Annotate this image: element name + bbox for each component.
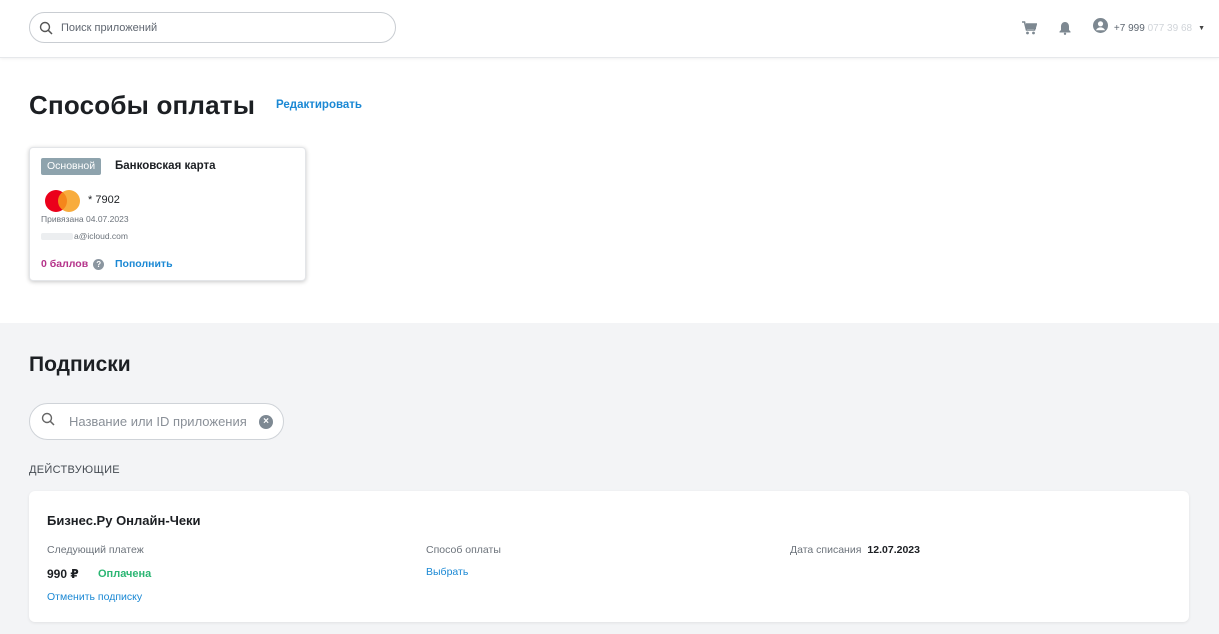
points-balance: 0 баллов? [41,258,105,270]
app-search-input[interactable]: Поиск приложений [29,12,396,43]
charge-date: Дата списания 12.07.2023 [790,544,920,556]
points-label: 0 баллов [41,258,89,270]
app-search-placeholder: Поиск приложений [61,21,158,34]
cart-icon[interactable] [1021,21,1037,35]
account-menu[interactable]: +7 999 077 39 68 ▼ [1092,18,1205,38]
subscriptions-title: Подписки [29,353,131,376]
chevron-down-icon: ▼ [1198,24,1205,32]
clear-icon[interactable]: × [259,415,273,429]
subscription-price: 990 ₽ [47,567,79,581]
charge-date-label: Дата списания [790,544,862,556]
edit-payment-methods-link[interactable]: Редактировать [276,99,362,111]
card-type-label: Банковская карта [115,160,216,172]
subscription-name: Бизнес.Ру Онлайн-Чеки [47,513,201,528]
primary-badge: Основной [41,158,102,175]
payment-methods-title: Способы оплаты [29,90,256,120]
subscription-card: Бизнес.Ру Онлайн-Чеки Следующий платеж 9… [29,491,1189,622]
phone-masked: 077 39 68 [1144,22,1193,34]
subscription-search-input[interactable]: Название или ID приложения × [29,403,284,440]
subscriptions-section: Подписки Название или ID приложения × ДЕ… [0,323,1219,634]
header-actions: +7 999 077 39 68 ▼ [1000,18,1205,38]
top-bar: Поиск приложений +7 999 077 39 68 ▼ [0,0,1219,58]
search-icon [39,21,53,35]
active-subscriptions-label: ДЕЙСТВУЮЩИЕ [29,464,120,476]
charge-date-value: 12.07.2023 [867,544,920,556]
email-mask [41,233,73,241]
email-text: a@icloud.com [74,231,128,241]
next-payment-label: Следующий платеж [47,544,144,556]
cancel-subscription-link[interactable]: Отменить подписку [47,591,142,603]
payment-method-label: Способ оплаты [426,544,501,556]
payment-card[interactable]: Основной Банковская карта * 7902 Привяза… [29,147,306,281]
card-email: a@icloud.com [41,231,128,241]
help-icon[interactable]: ? [93,258,105,270]
card-number: * 7902 [88,194,120,206]
subscription-search-placeholder: Название или ID приложения [69,414,247,429]
choose-payment-method-link[interactable]: Выбрать [426,566,468,578]
account-icon [1092,18,1108,38]
mastercard-icon [45,190,81,212]
account-phone: +7 999 077 39 68 [1114,23,1192,34]
bell-icon[interactable] [1059,21,1071,35]
phone-prefix: +7 999 [1113,22,1145,34]
search-icon [41,412,55,431]
topup-link[interactable]: Пополнить [115,258,173,270]
card-bound-date: Привязана 04.07.2023 [41,214,129,224]
payment-status: Оплачена [98,568,152,580]
